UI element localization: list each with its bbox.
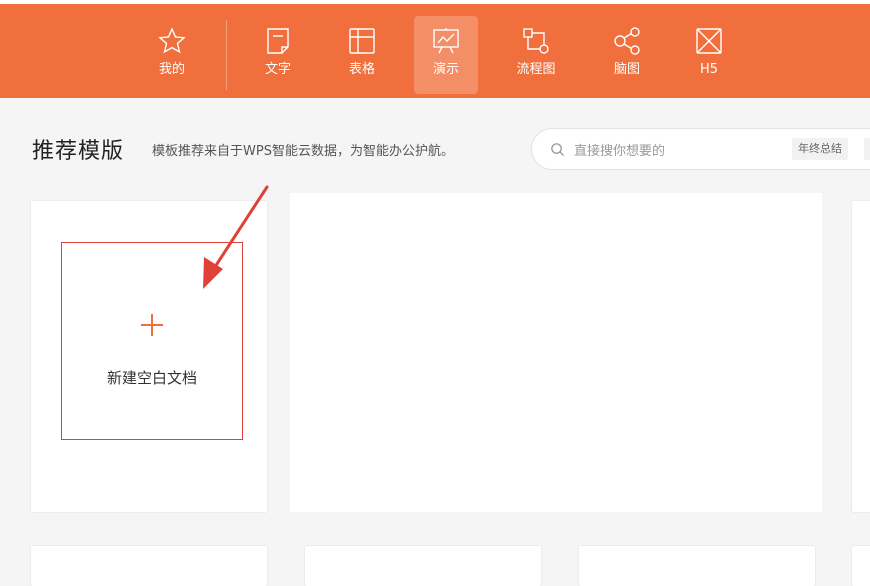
nav-label: 脑图	[613, 62, 640, 77]
nav-item-spreadsheet[interactable]: 表格	[330, 16, 394, 94]
nav-label: H5	[699, 62, 719, 77]
annotation-arrow	[203, 185, 269, 289]
table-icon	[349, 28, 375, 54]
document-icon	[267, 28, 289, 54]
nav-divider	[226, 20, 227, 90]
search-tag[interactable]: 简	[864, 138, 870, 160]
template-card[interactable]	[579, 546, 815, 586]
template-card-partial[interactable]	[852, 201, 870, 512]
template-card[interactable]	[31, 546, 267, 586]
search-input[interactable]	[572, 139, 786, 163]
nav-item-h5[interactable]: H5	[677, 16, 741, 94]
nav-label: 流程图	[516, 62, 556, 77]
search-tag[interactable]: 年终总结	[792, 138, 848, 160]
new-blank-document-label: 新建空白文档	[106, 369, 197, 387]
nav-item-flowchart[interactable]: 流程图	[504, 16, 568, 94]
template-card[interactable]	[852, 546, 870, 586]
nav-label: 演示	[432, 62, 459, 77]
star-icon	[158, 27, 186, 54]
nav-item-mindmap[interactable]: 脑图	[595, 16, 659, 94]
plus-icon	[141, 314, 163, 336]
mindmap-icon	[614, 27, 640, 55]
nav-label: 我的	[158, 62, 185, 77]
template-card[interactable]	[305, 546, 541, 586]
presentation-icon	[433, 28, 459, 54]
nav-item-writer[interactable]: 文字	[246, 16, 310, 94]
template-card-large[interactable]	[290, 193, 822, 512]
nav-label: 表格	[348, 62, 375, 77]
section-title: 推荐模版	[32, 139, 125, 164]
top-nav: 我的 文字 表格 演示 流程图 脑图 H5	[0, 0, 870, 98]
flowchart-icon	[523, 28, 549, 54]
nav-item-presentation[interactable]: 演示	[414, 16, 478, 94]
section-description: 模板推荐来自于WPS智能云数据，为智能办公护航。	[152, 144, 454, 159]
h5-icon	[696, 28, 722, 54]
search-box: 年终总结 简	[531, 128, 870, 170]
search-icon	[551, 143, 565, 157]
nav-label: 文字	[264, 62, 291, 77]
nav-item-mine[interactable]: 我的	[140, 16, 204, 94]
